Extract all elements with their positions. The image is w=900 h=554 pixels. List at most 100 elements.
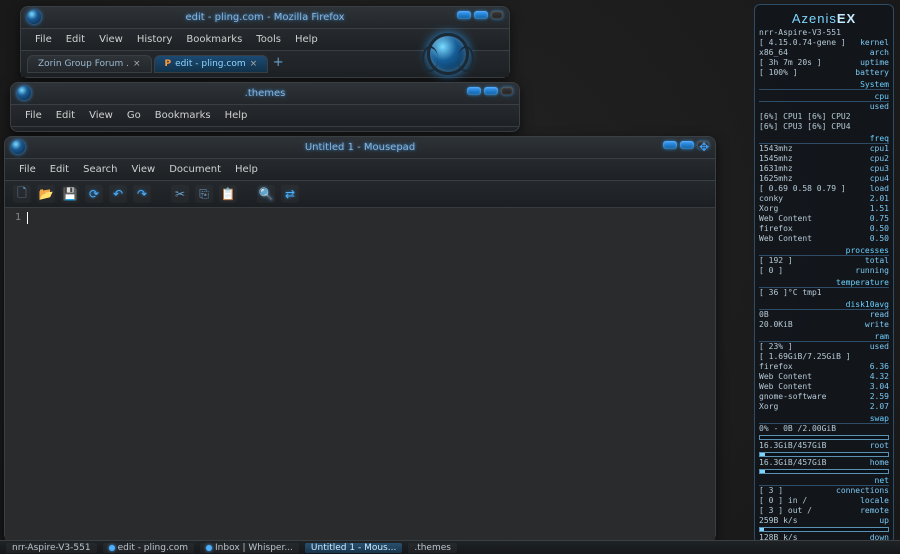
menu-edit[interactable]: Edit [50, 108, 81, 123]
redo-icon[interactable]: ↷ [133, 185, 151, 203]
editor-content[interactable] [25, 208, 715, 548]
proc-total-label: total [865, 256, 889, 266]
firefox-window[interactable]: edit - pling.com - Mozilla Firefox File … [20, 6, 510, 78]
menu-file[interactable]: File [29, 32, 58, 47]
cut-icon[interactable]: ✂ [171, 185, 189, 203]
menu-document[interactable]: Document [163, 162, 227, 177]
window-title: edit - pling.com - Mozilla Firefox [186, 12, 345, 23]
undo-icon[interactable]: ↶ [109, 185, 127, 203]
net-in-label: locale [860, 496, 889, 506]
section-temperature: temperature [759, 278, 889, 288]
section-ram: ram [759, 332, 889, 342]
home-label: home [870, 458, 889, 468]
menu-help[interactable]: Help [289, 32, 324, 47]
window-controls [467, 87, 513, 95]
menu-go[interactable]: Go [121, 108, 147, 123]
arch-label: arch [870, 48, 889, 58]
taskbar[interactable]: nrr-Aspire-V3-551 edit - pling.com Inbox… [0, 540, 900, 554]
menu-search[interactable]: Search [77, 162, 123, 177]
replace-icon[interactable]: ⇄ [281, 185, 299, 203]
tab-close-icon[interactable]: × [250, 59, 258, 69]
ram-gnome: gnome-software [759, 392, 826, 402]
mousepad-titlebar[interactable]: Untitled 1 - Mousepad [5, 137, 715, 159]
paste-icon[interactable]: 📋 [219, 185, 237, 203]
ram-used: [ 23% ] [759, 342, 793, 352]
freq4-label: cpu4 [870, 174, 889, 184]
task-inbox[interactable]: Inbox | Whisper... [200, 543, 299, 553]
maximize-button[interactable] [484, 87, 498, 95]
tab-zorin[interactable]: Zorin Group Forum . × [27, 55, 152, 73]
net-up-label: up [879, 516, 889, 526]
menu-help[interactable]: Help [229, 162, 264, 177]
line-gutter: 1 [5, 208, 25, 548]
reload-icon[interactable]: ⟳ [85, 185, 103, 203]
menu-view[interactable]: View [83, 108, 119, 123]
open-file-icon[interactable]: 📂 [37, 185, 55, 203]
editor-area[interactable]: 1 [5, 208, 715, 548]
minimize-button[interactable] [467, 87, 481, 95]
menu-file[interactable]: File [13, 162, 42, 177]
ram-web1: Web Content [759, 372, 812, 382]
window-controls [457, 11, 503, 19]
tab-close-icon[interactable]: × [133, 59, 141, 69]
copy-icon[interactable]: ⎘ [195, 185, 213, 203]
up-bar [759, 527, 889, 532]
filemanager-titlebar[interactable]: .themes [11, 83, 519, 105]
minimize-button[interactable] [457, 11, 471, 19]
app-icon [17, 86, 31, 100]
task-label: Inbox | Whisper... [215, 543, 293, 553]
close-button[interactable] [491, 11, 503, 19]
menu-edit[interactable]: Edit [44, 162, 75, 177]
conky-brand: AzenisEX [759, 11, 889, 26]
menu-file[interactable]: File [19, 108, 48, 123]
disk-read: 0B [759, 310, 769, 320]
home-value: 16.3GiB/457GiB [759, 458, 826, 468]
menu-tools[interactable]: Tools [250, 32, 287, 47]
menu-help[interactable]: Help [219, 108, 254, 123]
minimize-button[interactable] [663, 141, 677, 149]
menu-view[interactable]: View [93, 32, 129, 47]
app-icon [11, 140, 25, 154]
firefox-titlebar[interactable]: edit - pling.com - Mozilla Firefox [21, 7, 509, 29]
task-firefox[interactable]: edit - pling.com [103, 543, 194, 553]
menu-view[interactable]: View [125, 162, 161, 177]
cpu-used-label: used [870, 102, 889, 112]
close-button[interactable] [501, 87, 513, 95]
host: nrr-Aspire-V3-551 [759, 28, 841, 38]
menu-bookmarks[interactable]: Bookmarks [149, 108, 217, 123]
mousepad-toolbar: 🗋 📂 💾 ⟳ ↶ ↷ ✂ ⎘ 📋 🔍 ⇄ ✥ [5, 181, 715, 208]
task-label: edit - pling.com [118, 543, 188, 553]
disk-write: 20.0KiB [759, 320, 793, 330]
tab-pling[interactable]: P edit - pling.com × [154, 55, 269, 73]
root-label: root [870, 441, 889, 451]
freq3: 1631mhz [759, 164, 793, 174]
freq3-label: cpu3 [870, 164, 889, 174]
task-host[interactable]: nrr-Aspire-V3-551 [6, 543, 97, 553]
new-tab-button[interactable]: + [270, 56, 286, 72]
task-label: .themes [414, 543, 451, 553]
new-file-icon[interactable]: 🗋 [13, 185, 31, 203]
maximize-button[interactable] [680, 141, 694, 149]
save-icon[interactable]: 💾 [61, 185, 79, 203]
filemanager-window[interactable]: .themes File Edit View Go Bookmarks Help [10, 82, 520, 132]
task-themes[interactable]: .themes [408, 543, 457, 553]
section-system: System [759, 80, 889, 90]
swap-value: 0% - 0B /2.00GiB [759, 424, 836, 434]
find-icon[interactable]: 🔍 [257, 185, 275, 203]
task-label: nrr-Aspire-V3-551 [12, 543, 91, 553]
move-grip-icon[interactable]: ✥ [697, 141, 711, 155]
menu-history[interactable]: History [131, 32, 179, 47]
task-mousepad[interactable]: Untitled 1 - Mous... [305, 543, 402, 553]
maximize-button[interactable] [474, 11, 488, 19]
brand-b: EX [837, 11, 856, 26]
window-title: .themes [245, 88, 286, 99]
disk-write-label: write [865, 320, 889, 330]
proc-run-label: running [855, 266, 889, 276]
menu-edit[interactable]: Edit [60, 32, 91, 47]
menu-bookmarks[interactable]: Bookmarks [180, 32, 248, 47]
line-number: 1 [5, 212, 21, 223]
task-label: Untitled 1 - Mous... [311, 543, 396, 553]
tab-label: edit - pling.com [175, 59, 245, 69]
conky-panel: AzenisEX nrr-Aspire-V3-551 [ 4.15.0.74-g… [754, 4, 894, 544]
mousepad-window[interactable]: Untitled 1 - Mousepad File Edit Search V… [4, 136, 716, 542]
